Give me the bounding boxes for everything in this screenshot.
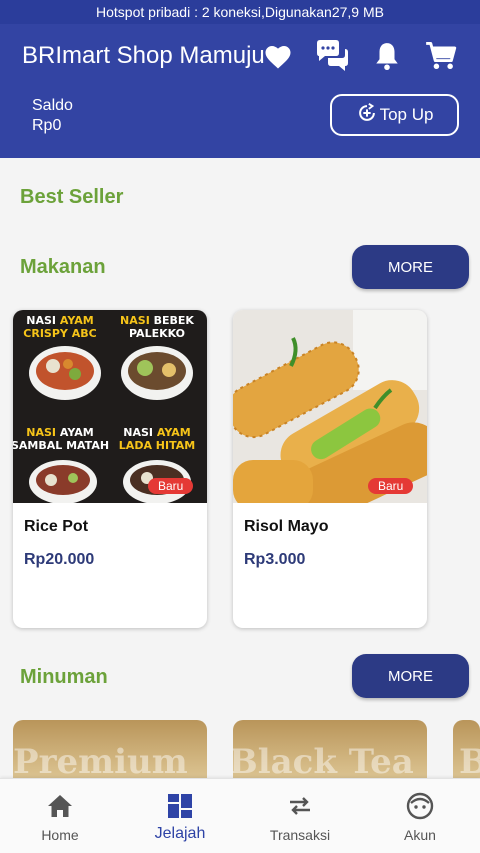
product-card-rice-pot[interactable]: NASI AYAM CRISPY ABC NASI BEBEK PALEKKO … (13, 310, 207, 628)
minuman-more-button[interactable]: MORE (352, 654, 469, 698)
risol-mayo-image (233, 310, 427, 503)
drink-image-text: Premium (13, 742, 188, 778)
status-text: Hotspot pribadi : 2 koneksi,Digunakan27,… (96, 4, 384, 20)
svg-text:LADA HITAM: LADA HITAM (119, 439, 195, 452)
drink-image-text: B (459, 742, 480, 778)
drink-card-black-tea[interactable]: Black Tea L (233, 720, 427, 778)
drink-card-premium[interactable]: Premium (13, 720, 207, 778)
top-up-icon (356, 102, 378, 129)
nav-home-label: Home (41, 827, 79, 843)
drink-image-text: Black Tea L (233, 742, 427, 778)
status-bar: Hotspot pribadi : 2 koneksi,Digunakan27,… (0, 0, 480, 24)
svg-text:NASI BEBEK: NASI BEBEK (120, 314, 194, 327)
makanan-more-button[interactable]: MORE (352, 245, 469, 289)
product-price: Rp20.000 (24, 551, 95, 568)
drink-card-partial[interactable]: B (453, 720, 480, 778)
nav-akun-label: Akun (404, 827, 436, 843)
best-seller-title: Best Seller (20, 186, 124, 208)
svg-text:PALEKKO: PALEKKO (129, 327, 185, 340)
svg-text:NASI AYAM: NASI AYAM (26, 426, 93, 439)
bell-icon[interactable] (369, 38, 405, 74)
new-badge: Baru (148, 478, 194, 494)
chat-icon[interactable] (314, 38, 350, 74)
nav-transaksi-label: Transaksi (269, 827, 331, 843)
nav-transaksi[interactable]: Transaksi (240, 779, 360, 853)
svg-text:SAMBAL MATAH: SAMBAL MATAH (13, 439, 109, 452)
nav-home[interactable]: Home (0, 779, 120, 853)
grid-icon (166, 792, 194, 820)
cart-icon[interactable] (423, 38, 459, 74)
app-header: BRImart Shop Mamuju Saldo Rp0 Top Up (0, 24, 480, 158)
svg-text:NASI AYAM: NASI AYAM (123, 426, 190, 439)
top-up-button[interactable]: Top Up (330, 94, 459, 136)
home-icon (46, 792, 74, 820)
minuman-title: Minuman (20, 666, 108, 688)
nav-jelajah-label: Jelajah (154, 825, 206, 842)
new-badge: Baru (368, 478, 414, 494)
app-title: BRImart Shop Mamuju (22, 42, 265, 69)
product-card-risol-mayo[interactable]: Baru Risol Mayo Rp3.000 (233, 310, 427, 628)
top-up-label: Top Up (379, 105, 434, 124)
makanan-title: Makanan (20, 256, 106, 278)
bottom-navigation: Home Jelajah Transaksi Akun (0, 778, 480, 853)
heart-icon[interactable] (260, 38, 296, 74)
saldo-value: Rp0 (32, 117, 62, 134)
product-name: Rice Pot (24, 518, 89, 535)
main-content[interactable]: Best Seller Makanan MORE NASI AYAM CRISP… (0, 158, 480, 778)
nav-akun[interactable]: Akun (360, 779, 480, 853)
saldo-label: Saldo (32, 97, 73, 114)
nav-jelajah[interactable]: Jelajah (120, 779, 240, 853)
product-name: Risol Mayo (244, 518, 329, 535)
svg-text:NASI AYAM: NASI AYAM (26, 314, 93, 327)
swap-icon (286, 792, 314, 820)
rice-pot-image: NASI AYAM CRISPY ABC NASI BEBEK PALEKKO … (13, 310, 207, 503)
product-price: Rp3.000 (244, 551, 306, 568)
face-icon (406, 792, 434, 820)
svg-text:CRISPY ABC: CRISPY ABC (23, 327, 96, 340)
